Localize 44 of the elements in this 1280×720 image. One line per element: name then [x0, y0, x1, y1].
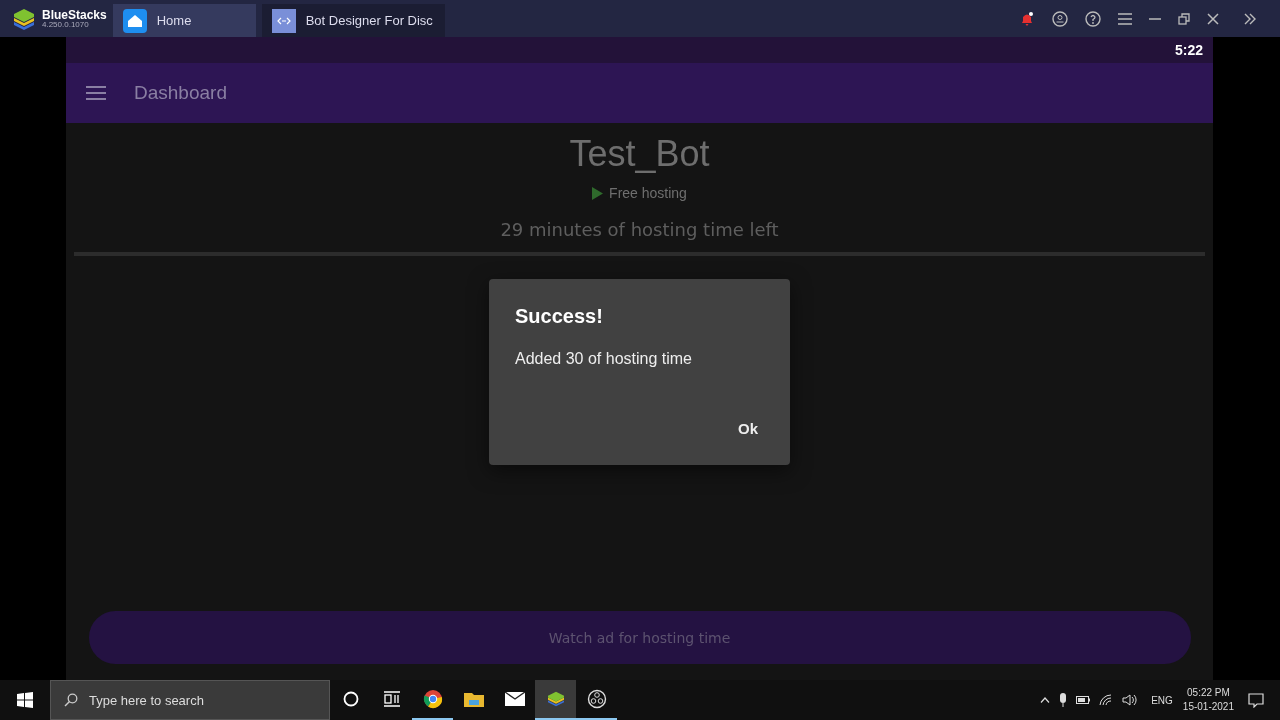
- bell-icon[interactable]: [1019, 10, 1035, 27]
- double-chevron-icon[interactable]: [1244, 12, 1256, 25]
- app-bar-title: Dashboard: [134, 82, 227, 104]
- version-text: 4.250.0.1070: [42, 20, 90, 29]
- circle-icon: [342, 691, 359, 707]
- house-icon: [122, 8, 147, 33]
- chrome-icon: [422, 689, 443, 709]
- dialog-message: Added 30 of hosting time: [515, 350, 693, 368]
- battery-icon[interactable]: [1076, 696, 1091, 704]
- restore-icon[interactable]: [1178, 12, 1190, 25]
- emulator-tab[interactable]: Home: [112, 4, 256, 37]
- account-icon[interactable]: [1052, 10, 1068, 27]
- menu-icon[interactable]: [1118, 12, 1132, 25]
- bluestacks-logo-icon: [545, 691, 566, 707]
- status-time: 5:22: [1174, 42, 1203, 58]
- bot-name: Test_Bot: [569, 133, 710, 175]
- taskbar-clock[interactable]: 05:22 PM 15-01-2021: [1182, 686, 1234, 714]
- close-icon[interactable]: [1207, 12, 1219, 25]
- windows-start-icon[interactable]: [17, 692, 33, 708]
- minimize-icon[interactable]: [1149, 17, 1161, 20]
- language-indicator[interactable]: ENG: [1151, 694, 1173, 706]
- dialog-title: Success!: [515, 305, 604, 328]
- emulator-tab[interactable]: Bot Designer For Disc: [261, 4, 445, 37]
- taskbar-search-field[interactable]: Type here to search: [50, 680, 330, 720]
- play-icon: [592, 186, 604, 200]
- task-view-icon: [382, 691, 401, 707]
- search-icon: [64, 693, 78, 707]
- wifi-icon[interactable]: [1099, 694, 1114, 706]
- bluestacks-logo-icon: [12, 7, 36, 30]
- menu-icon[interactable]: [86, 86, 106, 100]
- notification-icon[interactable]: [1248, 692, 1264, 708]
- taskbar-bluestacks-button[interactable]: [535, 680, 576, 720]
- folder-icon: [463, 691, 484, 707]
- microphone-icon[interactable]: [1059, 693, 1068, 707]
- brand-name: BlueStacks: [42, 8, 107, 21]
- help-icon[interactable]: [1085, 10, 1101, 27]
- ok-button[interactable]: Ok: [730, 418, 766, 439]
- plan-label: Free hosting: [609, 185, 687, 201]
- time-left-text: 29 minutes of hosting time left: [500, 219, 779, 240]
- obs-logo-icon: [586, 689, 607, 709]
- speaker-icon[interactable]: [1122, 694, 1139, 706]
- code-arrows-icon: [271, 8, 296, 33]
- envelope-icon: [504, 692, 525, 706]
- chevron-up-icon[interactable]: [1040, 697, 1051, 703]
